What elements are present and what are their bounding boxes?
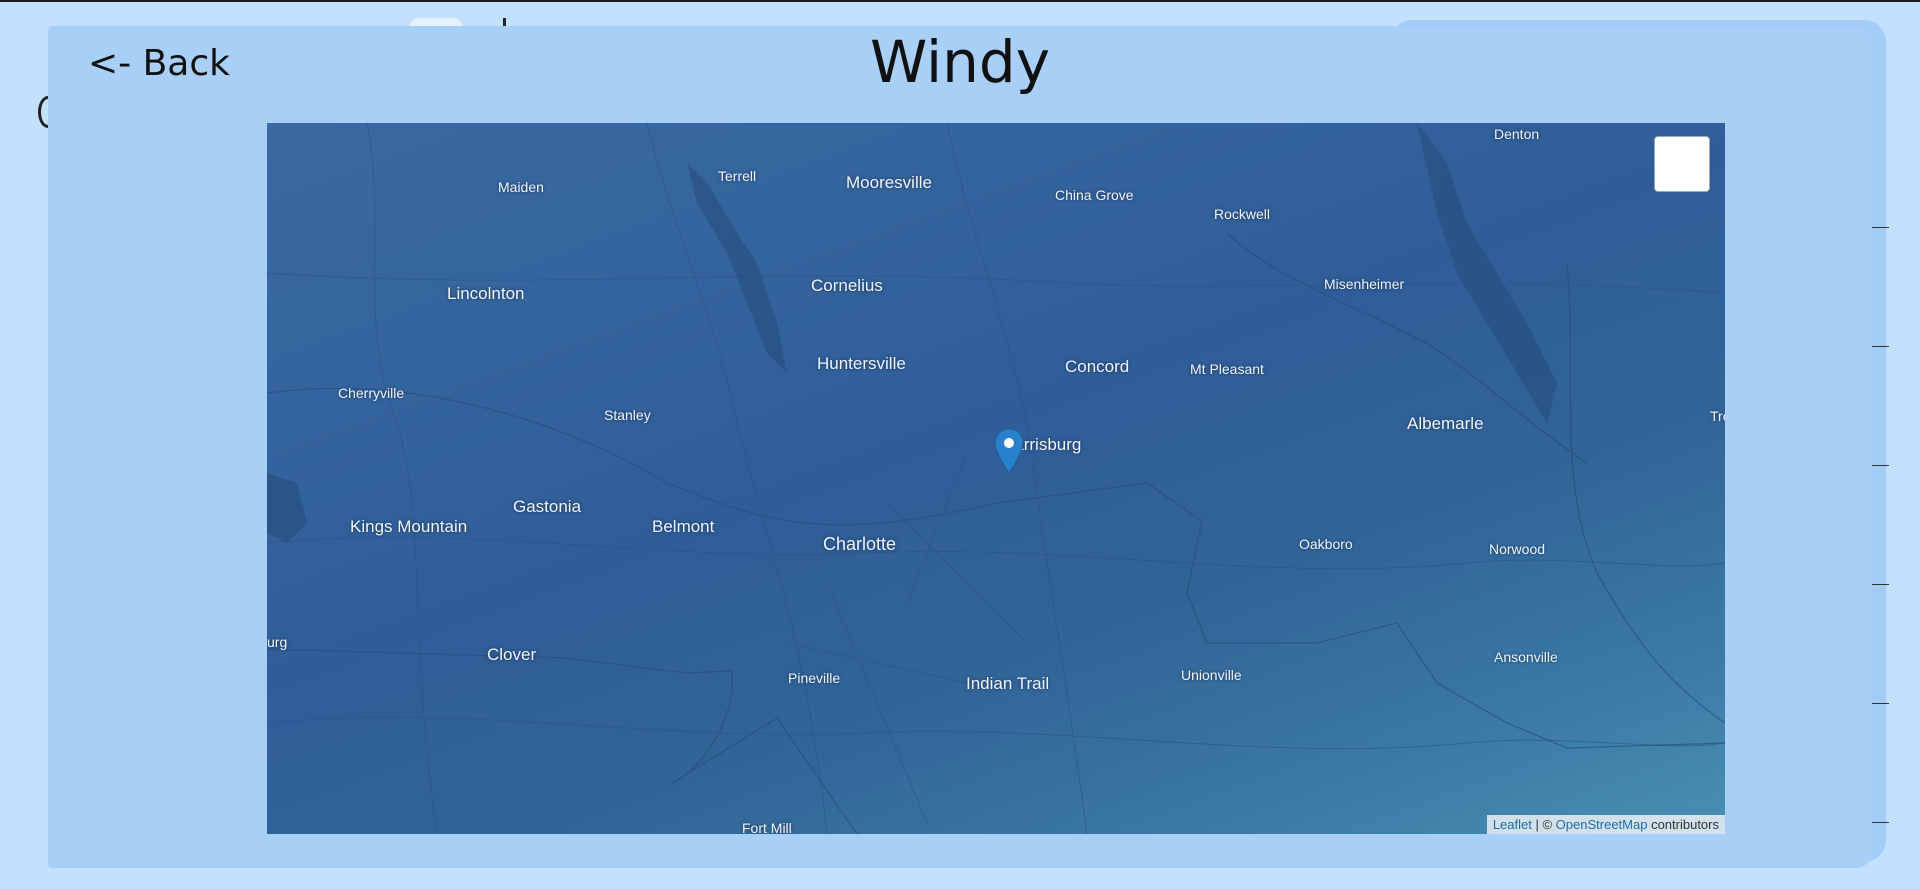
- map-label: Belmont: [652, 517, 715, 536]
- map-label: Indian Trail: [966, 674, 1050, 693]
- tick-mark: [1872, 465, 1889, 466]
- map-label: Tro: [1710, 408, 1725, 424]
- map-label: Rockwell: [1214, 206, 1271, 222]
- map-label: Albemarle: [1407, 414, 1484, 433]
- location-pin-icon[interactable]: [994, 428, 1024, 474]
- map-label: Mooresville: [846, 173, 932, 192]
- weather-modal: <- Back Windy Denton Terrell Mooresville…: [48, 26, 1872, 868]
- map-label: Oakboro: [1299, 536, 1353, 552]
- map-label: Cherryville: [338, 385, 405, 401]
- tick-mark: [1872, 227, 1889, 228]
- map-label: Denton: [1494, 126, 1540, 142]
- map-label: China Grove: [1055, 187, 1134, 203]
- map-label: Norwood: [1489, 541, 1546, 557]
- map-label: Pineville: [788, 670, 841, 686]
- map-label: Fort Mill: [742, 820, 792, 834]
- map-label: Clover: [487, 645, 537, 664]
- map-label: Lincolnton: [447, 284, 525, 303]
- map-label: Misenheimer: [1324, 276, 1405, 292]
- page-title: Windy: [869, 28, 1051, 96]
- map-label: Kings Mountain: [350, 517, 468, 536]
- map-label: Maiden: [498, 179, 544, 195]
- tick-mark: [1872, 346, 1889, 347]
- tick-mark: [1872, 584, 1889, 585]
- map-layer-button[interactable]: [1654, 136, 1710, 192]
- map-view[interactable]: Denton Terrell Mooresville Maiden China …: [267, 123, 1725, 834]
- map-label: Charlotte: [823, 534, 897, 554]
- tick-mark: [1872, 703, 1889, 704]
- map-attribution: Leaflet | © OpenStreetMap contributors: [1486, 815, 1725, 834]
- map-label: urg: [267, 634, 288, 650]
- top-border: [0, 0, 1920, 2]
- map-label: Huntersville: [817, 354, 906, 373]
- attribution-suffix: contributors: [1647, 817, 1719, 832]
- openstreetmap-link[interactable]: OpenStreetMap: [1556, 817, 1648, 832]
- background-text-fragment: [503, 18, 506, 26]
- map-label: Unionville: [1181, 667, 1242, 683]
- map-base-layer: [267, 123, 1725, 834]
- map-label: Concord: [1065, 357, 1130, 376]
- map-label: Ansonville: [1494, 649, 1558, 665]
- map-label: Cornelius: [811, 276, 883, 295]
- map-label: Stanley: [604, 407, 651, 423]
- map-label: Gastonia: [513, 497, 582, 516]
- map-label: Terrell: [718, 168, 757, 184]
- map-label: Mt Pleasant: [1190, 361, 1264, 377]
- tick-mark: [1872, 822, 1889, 823]
- leaflet-link[interactable]: Leaflet: [1493, 817, 1532, 832]
- attribution-separator: | ©: [1531, 817, 1556, 832]
